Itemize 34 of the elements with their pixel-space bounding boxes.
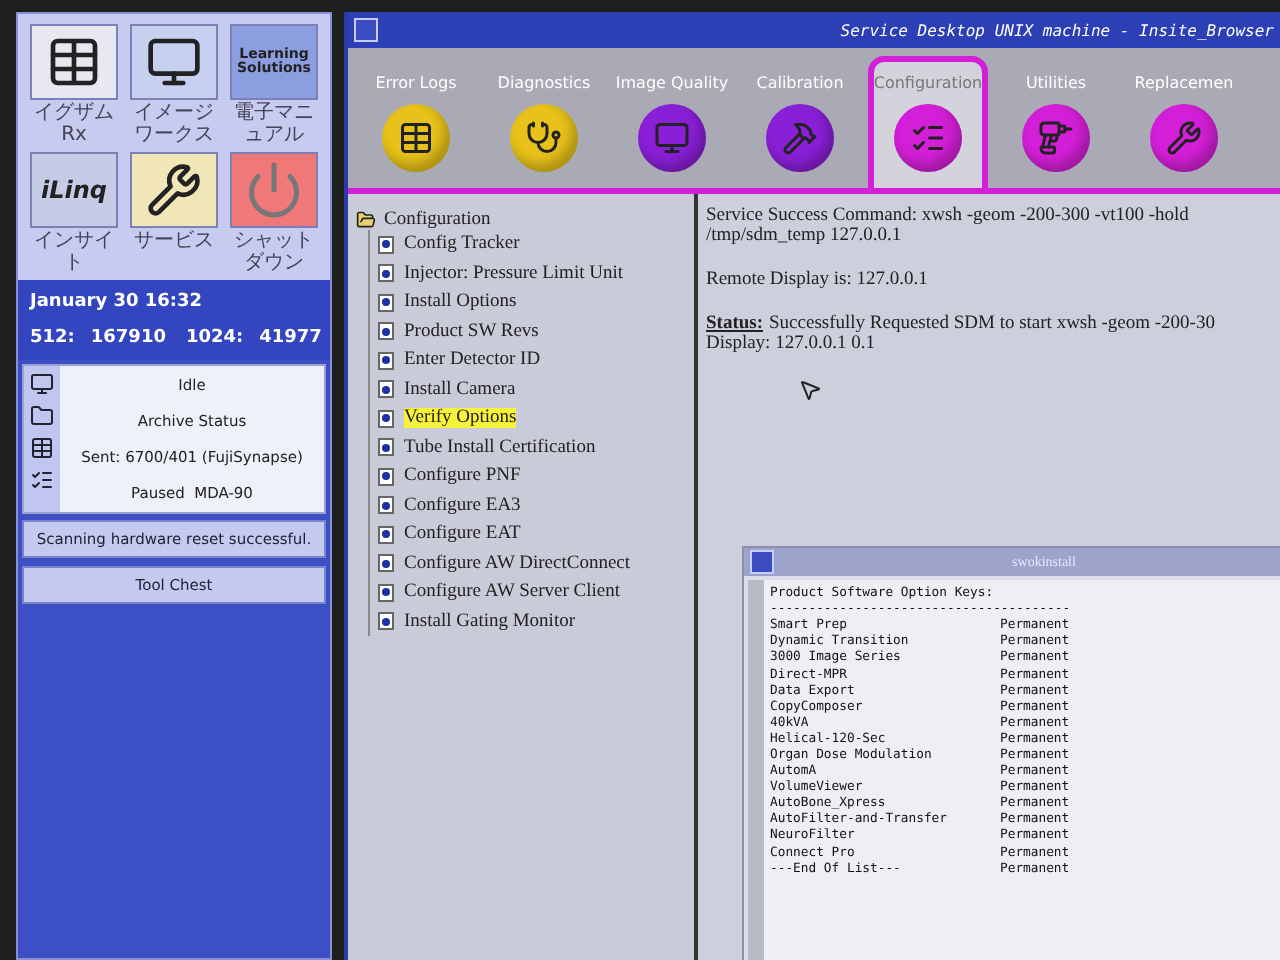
status-text: Successfully Requested SDM to start xwsh -geom -200-30 — [769, 314, 1215, 334]
output-line: Service Success Command: xwsh -geom -200-300 -vt100 -hold — [706, 206, 1191, 226]
tile-label: サービス — [132, 230, 216, 252]
counter-label: 512: — [30, 328, 75, 348]
tree-item[interactable]: Product SW Revs — [404, 321, 539, 342]
window-title: Service Desktop UNIX machine - Insite_Browser — [840, 21, 1274, 39]
tile-label: 電子マニュアル — [232, 102, 316, 146]
tree-item[interactable]: Configure EAT — [404, 524, 521, 545]
tree-item[interactable]: Configure AW DirectConnect — [404, 553, 631, 574]
tile-label: シャットダウン — [232, 230, 316, 274]
tree-item[interactable]: Enter Detector ID — [404, 350, 541, 371]
tree-item[interactable]: Injector: Pressure Limit Unit — [404, 263, 623, 284]
output-line: /tmp/sdm_temp 127.0.0.1 — [706, 226, 904, 246]
output-line: Remote Display is: 127.0.0.1 — [706, 270, 930, 290]
output-line: Display: 127.0.0.1 0.1 — [706, 334, 877, 354]
tree-item[interactable]: Configure AW Server Client — [404, 582, 621, 603]
tree-item[interactable]: Install Gating Monitor — [404, 611, 575, 632]
counter-value: 41977 — [259, 328, 322, 348]
tile-label: インサイト — [32, 230, 116, 274]
tile-label: イメージワークス — [132, 102, 216, 146]
tree-item[interactable]: Install Options — [404, 292, 517, 313]
tree-item[interactable]: Configure EA3 — [404, 495, 521, 516]
tile-label: イグザムRx — [32, 102, 116, 146]
tree-item[interactable]: Verify Options — [404, 408, 517, 429]
tree-item[interactable]: Tube Install Certification — [404, 437, 596, 458]
tree-item[interactable]: Config Tracker — [404, 234, 520, 255]
status-label: Status: — [706, 314, 764, 334]
counter-value: 167910 — [90, 328, 166, 348]
date-time: January 30 16:32 — [30, 292, 205, 312]
tree-item[interactable]: Configure PNF — [404, 466, 521, 487]
tree-item[interactable]: Install Camera — [404, 379, 516, 400]
linq-tile[interactable]: iLinq — [30, 152, 118, 228]
tree-item[interactable]: Configuration — [384, 210, 491, 230]
counter-label: 1024: — [185, 328, 244, 348]
